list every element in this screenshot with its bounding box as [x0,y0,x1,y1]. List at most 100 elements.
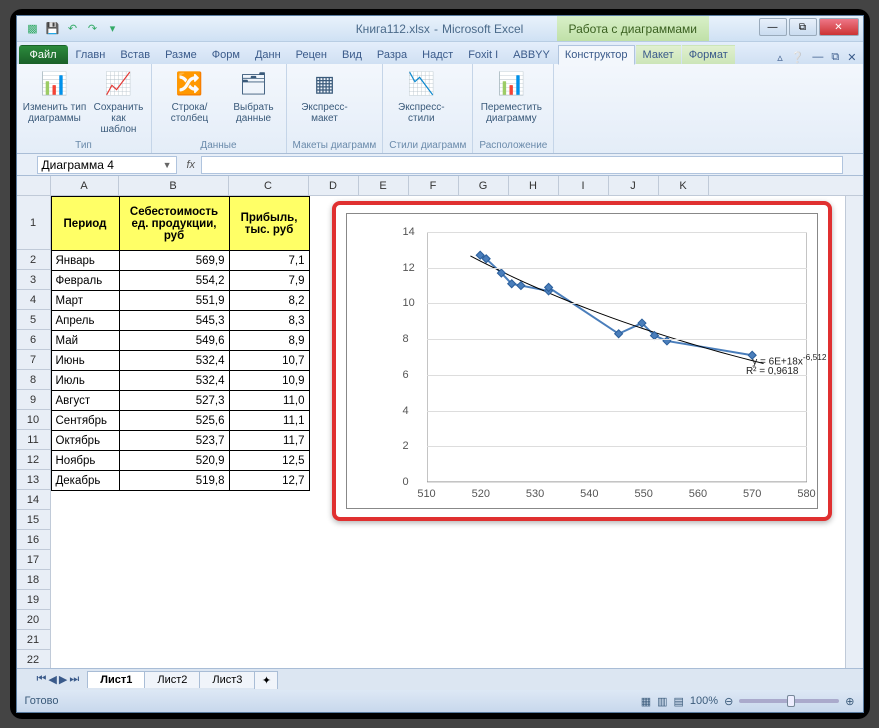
row-header[interactable]: 3 [17,270,50,290]
cell[interactable]: Октябрь [51,431,119,451]
cell[interactable]: 569,9 [119,251,229,271]
quick-layout-button[interactable]: ▦Экспресс-макет [293,68,357,124]
row-header[interactable]: 15 [17,510,50,530]
tab-nav-next-icon[interactable]: ▶ [59,673,67,686]
col-header[interactable]: J [609,176,659,195]
zoom-thumb[interactable] [787,695,795,707]
cell[interactable]: 8,9 [229,331,309,351]
name-box[interactable]: Диаграмма 4▼ [37,156,177,174]
close-button[interactable]: ✕ [819,18,859,36]
row-header[interactable]: 8 [17,370,50,390]
sheet-tab-3[interactable]: Лист3 [199,671,255,688]
workbook-min-icon[interactable]: — [812,51,823,64]
formula-input[interactable] [201,156,842,174]
cell[interactable]: Февраль [51,271,119,291]
table-header-cell[interactable]: Период [51,197,119,251]
table-header-cell[interactable]: Себестоимость ед. продукции, руб [119,197,229,251]
tab-addins[interactable]: Надст [415,45,460,64]
help-icon[interactable]: ❔ [791,51,805,64]
change-chart-type-button[interactable]: 📊Изменить тип диаграммы [23,68,87,124]
tab-formulas[interactable]: Форм [205,45,247,64]
cell[interactable]: 12,7 [229,471,309,491]
view-pagebreak-icon[interactable]: ▤ [674,695,684,708]
tab-view[interactable]: Вид [335,45,369,64]
row-header[interactable]: 11 [17,430,50,450]
qat-more-icon[interactable]: ▾ [105,21,121,37]
cell[interactable]: Декабрь [51,471,119,491]
col-header[interactable]: G [459,176,509,195]
chart-area[interactable]: y = 6E+18x-6,512 R² = 0,9618 02468101214… [346,213,818,509]
cell[interactable]: 11,1 [229,411,309,431]
plot-area[interactable]: y = 6E+18x-6,512 R² = 0,9618 02468101214… [427,232,807,482]
move-chart-button[interactable]: 📊Переместить диаграмму [479,68,543,124]
cell[interactable]: Сентябрь [51,411,119,431]
maximize-button[interactable]: ⧉ [789,18,817,36]
tab-developer[interactable]: Разра [370,45,414,64]
cell[interactable]: Июнь [51,351,119,371]
sheet-tab-2[interactable]: Лист2 [144,671,200,688]
table-header-cell[interactable]: Прибыль, тыс. руб [229,197,309,251]
row-header[interactable]: 17 [17,550,50,570]
col-header[interactable]: E [359,176,409,195]
tab-nav-prev-icon[interactable]: ◀ [48,673,56,686]
tab-chart-layout[interactable]: Макет [636,45,681,64]
row-header[interactable]: 6 [17,330,50,350]
cell[interactable]: 519,8 [119,471,229,491]
cell[interactable]: 12,5 [229,451,309,471]
cell[interactable]: 532,4 [119,351,229,371]
tab-insert[interactable]: Встав [113,45,157,64]
save-icon[interactable]: 💾 [45,21,61,37]
redo-icon[interactable]: ↷ [85,21,101,37]
quick-styles-button[interactable]: 📉Экспресс-стили [389,68,453,124]
tab-chart-format[interactable]: Формат [682,45,735,64]
cell[interactable]: 520,9 [119,451,229,471]
tab-chart-design[interactable]: Конструктор [558,45,635,65]
undo-icon[interactable]: ↶ [65,21,81,37]
cell[interactable]: 549,6 [119,331,229,351]
zoom-out-button[interactable]: ⊖ [724,695,733,708]
cell[interactable]: 7,9 [229,271,309,291]
tab-foxit[interactable]: Foxit I [461,45,505,64]
cell[interactable]: 10,9 [229,371,309,391]
row-header[interactable]: 10 [17,410,50,430]
tab-nav-last-icon[interactable]: ⏭ [69,673,79,686]
workbook-restore-icon[interactable]: ⧉ [831,51,839,64]
col-header[interactable]: K [659,176,709,195]
cell[interactable]: 11,0 [229,391,309,411]
switch-row-col-button[interactable]: 🔀Строка/столбец [158,68,222,124]
sheet-tab-1[interactable]: Лист1 [87,671,145,688]
row-header[interactable]: 22 [17,650,50,668]
tab-nav-first-icon[interactable]: ⏮ [37,673,47,686]
row-header[interactable]: 13 [17,470,50,490]
row-header[interactable]: 1 [17,196,50,250]
tab-abbyy[interactable]: ABBYY [506,45,557,64]
row-header[interactable]: 14 [17,490,50,510]
cell[interactable]: 551,9 [119,291,229,311]
tab-review[interactable]: Рецен [289,45,334,64]
row-header[interactable]: 19 [17,590,50,610]
new-sheet-button[interactable]: ✦ [254,671,278,689]
tab-layout[interactable]: Разме [158,45,204,64]
workbook-close-icon[interactable]: ✕ [847,51,856,64]
row-header[interactable]: 7 [17,350,50,370]
col-header[interactable]: C [229,176,309,195]
zoom-slider[interactable] [739,699,839,703]
view-normal-icon[interactable]: ▦ [641,695,651,708]
col-header[interactable]: F [409,176,459,195]
row-header[interactable]: 18 [17,570,50,590]
tab-file[interactable]: Файл [19,45,68,64]
cell[interactable]: Август [51,391,119,411]
cell[interactable]: Ноябрь [51,451,119,471]
save-template-button[interactable]: 📈Сохранить как шаблон [93,68,145,135]
cell[interactable]: Май [51,331,119,351]
cell[interactable]: 8,3 [229,311,309,331]
col-header[interactable]: A [51,176,119,195]
worksheet-grid[interactable]: ABCDEFGHIJK 1234567891011121314151617181… [17,176,863,668]
row-header[interactable]: 9 [17,390,50,410]
cell[interactable]: 7,1 [229,251,309,271]
cell[interactable]: Апрель [51,311,119,331]
chart-object[interactable]: y = 6E+18x-6,512 R² = 0,9618 02468101214… [332,201,832,521]
row-header[interactable]: 21 [17,630,50,650]
fx-icon[interactable]: fx [181,159,202,171]
namebox-dropdown-icon[interactable]: ▼ [163,160,172,170]
